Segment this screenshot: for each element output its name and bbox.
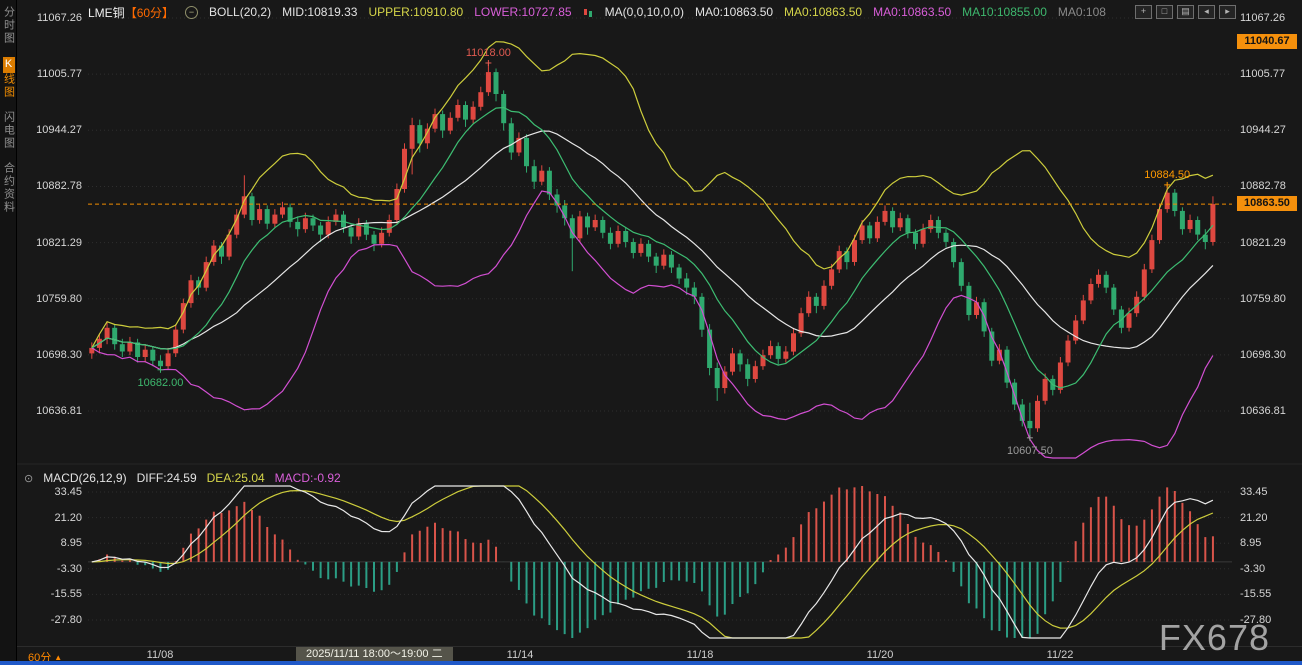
candles-layer	[89, 63, 1215, 438]
ma10-line	[92, 108, 1213, 388]
macd-hist-value: MACD:-0.92	[275, 471, 341, 485]
macd-settings-icon[interactable]: ⊙	[24, 472, 33, 485]
price-annotation: 10607.50	[1007, 445, 1053, 457]
boll-upper-line	[92, 42, 1213, 348]
pan-right-icon[interactable]: ▸	[1219, 5, 1236, 19]
fx678-watermark: FX678	[1159, 617, 1270, 659]
boll-label: BOLL(20,2)	[209, 5, 271, 19]
price-annotation: 11018.00	[466, 47, 511, 59]
ma-legend-item: MA0:108	[1058, 5, 1106, 19]
chart-canvas[interactable]: 11018.00 10682.00 10884.50 10607.50	[0, 0, 1302, 665]
date-axis-label: 11/22	[1038, 649, 1082, 661]
symbol-name: LME铜	[88, 4, 125, 21]
price-annotation: 10682.00	[138, 377, 184, 389]
instrument-title: LME铜【60分】	[88, 4, 174, 21]
sidebar-item-kline[interactable]: K线图	[1, 57, 16, 99]
ma-legend: MA0:10863.50 MA0:10863.50 MA0:10863.50 MA10…	[695, 5, 1106, 19]
boll-upper-value: UPPER:10910.80	[368, 5, 463, 19]
macd-diff-value: DIFF:24.59	[137, 471, 197, 485]
pan-left-icon[interactable]: ◂	[1198, 5, 1215, 19]
boll-lower-line	[92, 191, 1213, 458]
chart-header: LME铜【60分】 − BOLL(20,2) MID:10819.33 UPPE…	[88, 4, 1106, 20]
date-axis-label: 11/14	[498, 649, 542, 661]
ma-legend-item: MA0:10863.50	[695, 5, 773, 19]
ma-legend-item: MA0:10863.50	[784, 5, 862, 19]
grid-layout-icon[interactable]: ▤	[1177, 5, 1194, 19]
sidebar-item-timeshare[interactable]: 分时图	[1, 6, 16, 45]
date-axis-label: 11/08	[138, 649, 182, 661]
time-axis-bar: 60分 ▲ 11/0811/1411/1811/2011/22 2025/11/…	[0, 646, 1302, 662]
ma-legend-item: MA10:10855.00	[962, 5, 1047, 19]
boll-mid-value: MID:10819.33	[282, 5, 357, 19]
date-axis-label: 11/20	[858, 649, 902, 661]
window-icon[interactable]: □	[1156, 5, 1173, 19]
session-high-price-box: 11040.67	[1237, 34, 1297, 49]
period-tag: 【60分】	[125, 4, 174, 21]
macd-legend: ⊙ MACD(26,12,9) DIFF:24.59 DEA:25.04 MAC…	[24, 471, 341, 485]
chart-toolbar: + □ ▤ ◂ ▸	[1135, 5, 1236, 19]
sidebar-kline-label: 线图	[3, 73, 15, 99]
hovered-bar-time-tooltip: 2025/11/11 18:00～19:00 二	[296, 647, 453, 662]
sidebar: 分时图 K线图 闪电图 合约资料	[0, 0, 17, 665]
ma-indicator-icon[interactable]	[583, 7, 594, 18]
collapse-indicator-icon[interactable]: −	[185, 6, 198, 19]
macd-dea-value: DEA:25.04	[207, 471, 265, 485]
date-axis-label: 11/18	[678, 649, 722, 661]
sidebar-item-contract-info[interactable]: 合约资料	[1, 162, 16, 214]
price-annotation: 10884.50	[1144, 169, 1190, 181]
last-price-box: 10863.50	[1237, 196, 1297, 211]
bottom-blue-strip	[0, 661, 1302, 665]
zoom-in-icon[interactable]: +	[1135, 5, 1152, 19]
ma-legend-item: MA0:10863.50	[873, 5, 951, 19]
macd-label: MACD(26,12,9)	[43, 471, 126, 485]
chart-area[interactable]: 11018.0010682.0010884.5010607.50 11067.2…	[0, 0, 1302, 665]
sidebar-item-lightning[interactable]: 闪电图	[1, 111, 16, 150]
trading-chart-app: 11018.0010682.0010884.5010607.50 11067.2…	[0, 0, 1302, 665]
boll-lower-value: LOWER:10727.85	[474, 5, 571, 19]
ma-label: MA(0,0,10,0,0)	[605, 5, 684, 19]
sidebar-kline-active-marker: K	[3, 57, 15, 73]
